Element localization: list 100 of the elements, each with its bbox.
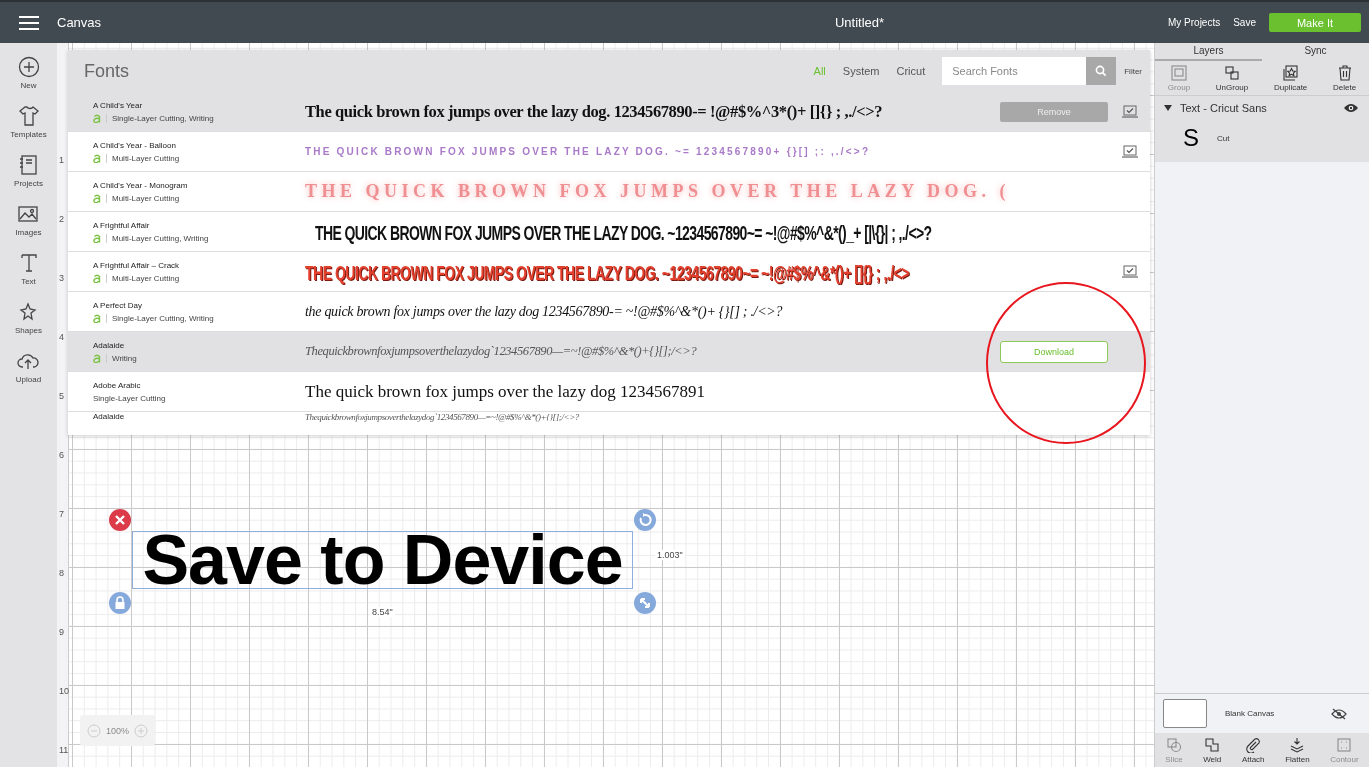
ruler-number: 5 [59,391,64,401]
ungroup-icon [1224,65,1240,81]
font-sample: THE QUICK BROWN FOX JUMPS OVER THE LAZY DOG. ~1234567890~= ~!@#$%^&*()+ []{} ; ,./<> [305,259,909,284]
font-sample: THE QUICK BROWN FOX JUMPS OVER THE LAZY DOG. ( [305,181,1011,202]
ruler-number: 1 [59,155,64,165]
paperclip-icon [1245,737,1262,753]
font-sample: Thequickbrownfoxjumpsoverthelazydog`1234567890—=~!@#$%^&*()+{}[];/<>? [305,412,579,423]
flatten-icon [1289,737,1306,753]
ruler-number: 4 [59,332,64,342]
weld-tool[interactable]: Weld [1203,737,1222,764]
font-row[interactable]: A Frightful Affair – Crack Multi-Layer Cutting THE QUICK BROWN FOX JUMPS OVER THE LAZY DOG. ~1234567890~= ~!@#$%^&*()+ []{} ; ,./<> [68,252,1150,292]
expand-caret-icon[interactable] [1164,105,1172,111]
trash-tool[interactable]: Delete [1333,65,1357,92]
document-title: Untitled* [833,15,885,30]
font-categories: Single-Layer Cutting [93,393,166,403]
font-categories: Single-Layer Cutting, Writing [112,113,214,123]
ruler-number: 6 [59,450,64,460]
search-field[interactable]: Search Fonts [942,57,1087,85]
flatten-tool[interactable]: Flatten [1285,737,1310,764]
rotate-handle-icon[interactable] [633,508,657,532]
hidden-eye-icon[interactable] [1331,707,1347,720]
font-row[interactable]: Adalaide Thequickbrownfoxjumpsoverthelazydog`1234567890—=~!@#$%^&*()+{}[];/<>? [68,412,1150,428]
sidebar-label[interactable]: Text [21,277,36,286]
sidebar-label[interactable]: Templates [10,130,47,139]
eye-icon[interactable] [1343,103,1359,113]
layer-label[interactable]: Cut [1217,133,1230,143]
font-sample: THE QUICK BROWN FOX JUMPS OVER THE LAZY DOG. ~= 1234567890+ {}[] ;: ,./<>? [305,146,871,157]
filter-tab[interactable]: Cricut [896,65,926,77]
zoom-level: 100% [106,725,129,736]
font-sample: The quick brown fox jumps over the lazy dog 1234567891 [305,381,705,402]
ungroup-tool[interactable]: UnGroup [1215,65,1249,92]
search-icon [1095,65,1108,77]
font-row[interactable]: A Child's Year - Monogram Multi-Layer Cutting THE QUICK BROWN FOX JUMPS OVER THE LAZY DOG. ( [68,172,1150,212]
font-row[interactable]: A Perfect Day Single-Layer Cutting, Writing the quick brown fox jumps over the lazy dog 1234567890-= ~!@#$%^&*()+ {}[] ; ./<>? [68,292,1150,332]
font-name: Adobe Arabic [93,380,142,390]
text-object[interactable]: Save to Device [132,531,633,589]
font-name: A Child's Year - Balloon [93,140,177,150]
sidebar-label[interactable]: New [20,81,37,90]
ruler-number: 11 [59,745,69,755]
font-name: Adalaide [93,340,126,350]
font-row[interactable]: A Child's Year Single-Layer Cutting, Writing The quick brown fox jumps over the lazy dog. 1234567890-= !@#$%^3*()+ []{} ; ,./<>? Remove [68,92,1150,132]
weld-icon [1204,737,1221,753]
font-name: A Perfect Day [93,300,143,310]
ruler-number: 2 [59,214,64,224]
app-title: Canvas [57,15,102,30]
sidebar-label[interactable]: Upload [15,375,42,384]
height-dimension: 1.003" [655,550,685,560]
menu-icon[interactable] [19,15,39,30]
notebook-icon[interactable] [17,154,40,176]
paperclip-tool[interactable]: Attach [1241,737,1265,764]
font-name: A Child's Year - Monogram [93,180,189,190]
font-name: A Child's Year [93,100,144,110]
font-row[interactable]: A Child's Year - Balloon Multi-Layer Cutting THE QUICK BROWN FOX JUMPS OVER THE LAZY DOG. ~= 1234567890+ {}[] ;: ,./<>? [68,132,1150,172]
font-row[interactable]: A Frightful Affair Multi-Layer Cutting, Writing THE QUICK BROWN FOX JUMPS OVER THE LAZY DOG. ~1234567890~= ~!@#$%^&*()_+ [|\{}| ; ,./<>? [68,212,1150,252]
font-categories: Writing [112,353,137,363]
width-dimension: 8.54" [370,607,395,617]
trash-icon [1336,65,1353,81]
font-row[interactable]: Adobe Arabic Single-Layer Cutting The quick brown fox jumps over the lazy dog 1234567891 [68,372,1150,412]
sidebar-label[interactable]: Images [15,228,42,237]
delete-handle-icon[interactable] [108,508,132,532]
blank-canvas-label: Blank Canvas [1225,709,1276,718]
duplicate-tool[interactable]: Duplicate [1273,65,1308,92]
ruler-number: 7 [59,509,64,519]
panel-tab[interactable]: Sync [1262,43,1369,61]
group-icon [1170,65,1187,81]
contour-icon [1336,737,1353,753]
sidebar-label[interactable]: Projects [14,179,43,188]
slice-icon [1165,737,1182,753]
font-name: A Frightful Affair – Crack [93,260,181,270]
filter-tab[interactable]: System [842,65,880,77]
filter-link[interactable]: Filter [1124,66,1142,76]
font-categories: Multi-Layer Cutting [112,153,180,163]
font-name: Adalaide [93,412,126,422]
font-sample: THE QUICK BROWN FOX JUMPS OVER THE LAZY DOG. ~1234567890~= ~!@#$%^&*()_+ [|\{}| ; ,./<>? [315,219,932,244]
layer-group-name[interactable]: Text - Cricut Sans [1180,102,1335,114]
layer-thumbnail: S [1183,124,1199,152]
font-row[interactable]: Adalaide Writing Thequickbrownfoxjumpsoverthelazydog`1234567890—=~!@#$%^&*()+{}[];/<>? Download [68,332,1150,372]
shirt-icon[interactable] [17,105,40,127]
font-sample: The quick brown fox jumps over the lazy dog. 1234567890-= !@#$%^3*()+ []{} ; ,./<>? [305,101,883,122]
topbar-link[interactable]: My Projects [1167,17,1221,28]
font-name: A Frightful Affair [93,220,151,230]
ruler-number: 9 [59,627,64,637]
font-sample: the quick brown fox jumps over the lazy dog 1234567890-= ~!@#$%^&*()+ {}[] ; ./<>? [305,303,783,320]
resize-handle-icon[interactable] [633,591,657,615]
dialog-title: Fonts [84,60,130,82]
font-categories: Multi-Layer Cutting [112,193,180,203]
plus-icon[interactable] [17,56,40,78]
sidebar-label[interactable]: Shapes [14,326,43,335]
ruler-number: 10 [59,686,69,696]
canvas-swatch[interactable] [1163,699,1207,728]
font-categories: Single-Layer Cutting, Writing [112,313,214,323]
font-categories: Multi-Layer Cutting [112,273,180,283]
font-categories: Multi-Layer Cutting, Writing [112,233,209,243]
font-sample: Thequickbrownfoxjumpsoverthelazydog`1234567890—=~!@#$%^&*()+{}[];/<>? [305,344,697,359]
image-icon[interactable] [17,203,40,225]
ruler-number: 3 [59,273,64,283]
topbar-link[interactable]: Save [1233,17,1256,28]
lock-handle-icon[interactable] [108,591,132,615]
duplicate-icon [1282,65,1299,81]
ruler-number: 8 [59,568,64,578]
